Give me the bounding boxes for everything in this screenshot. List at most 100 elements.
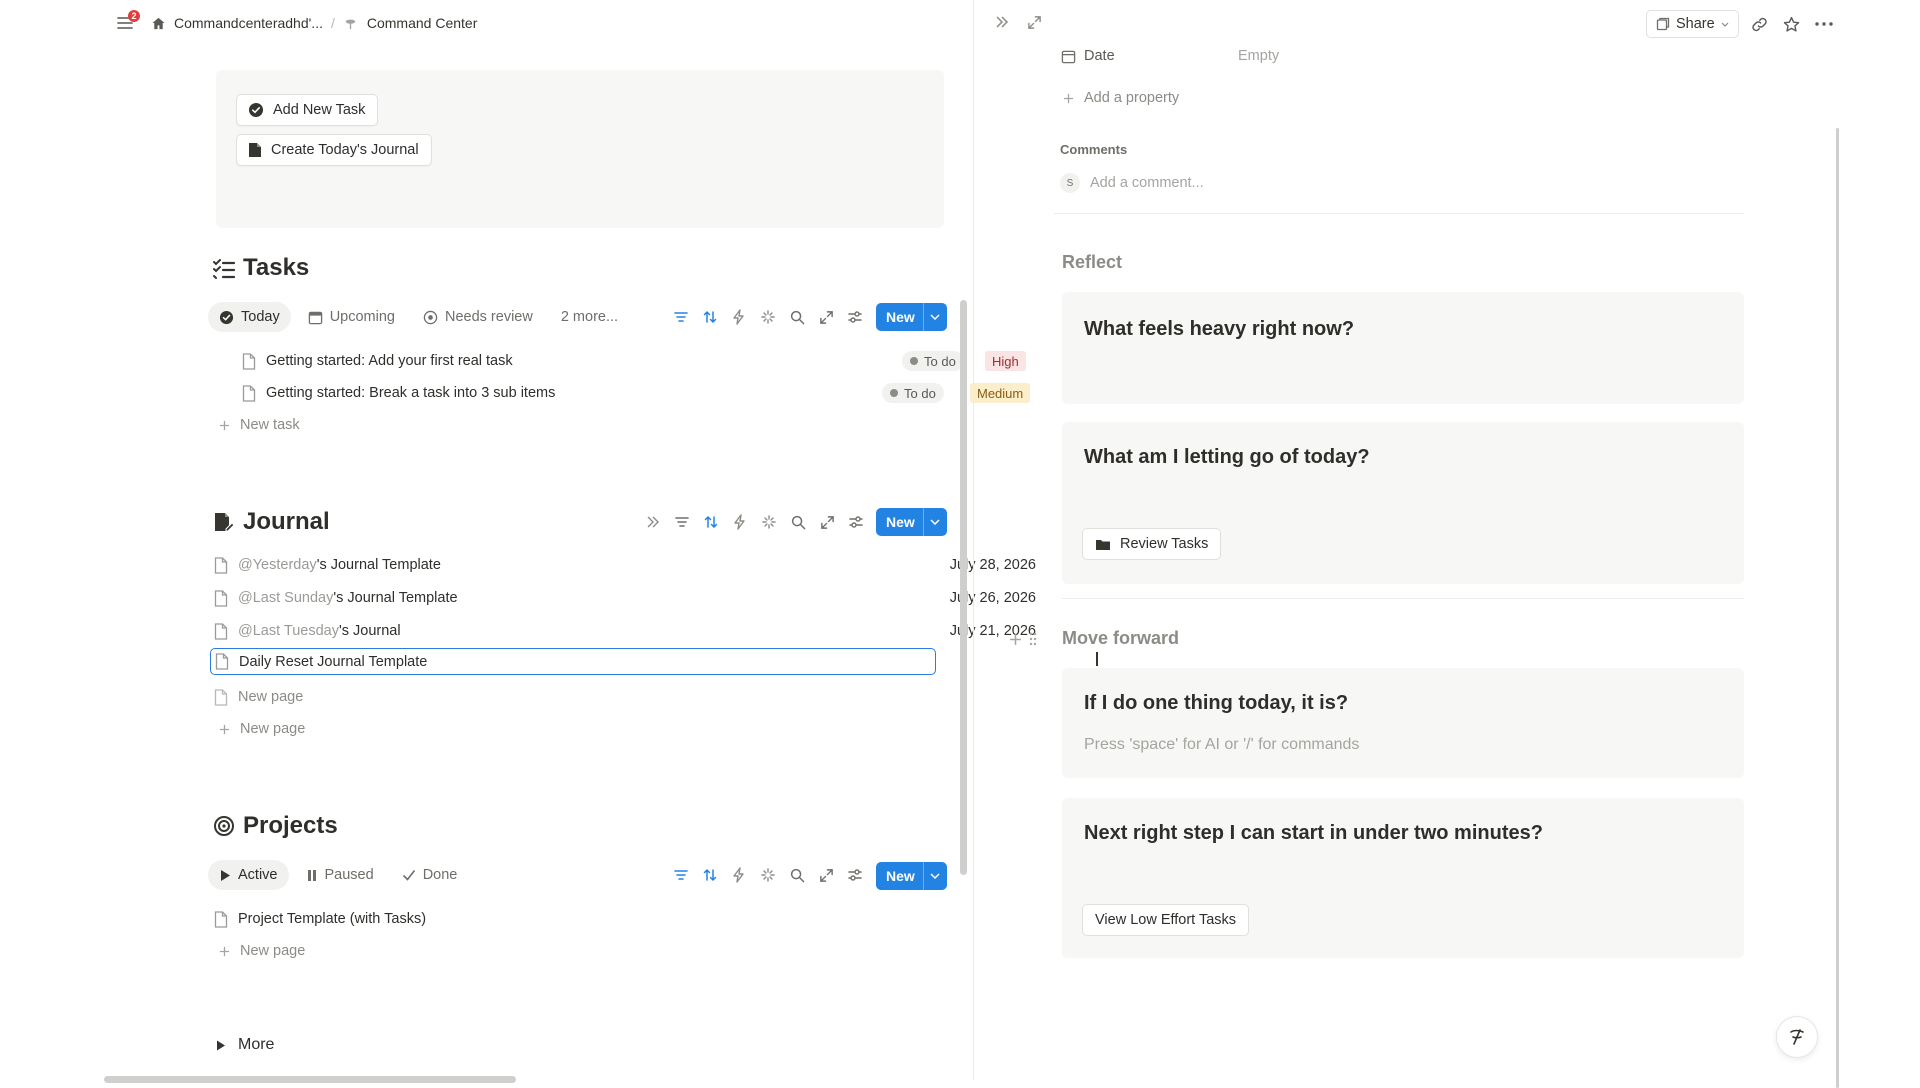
journal-new-page-row[interactable]: New page: [216, 714, 305, 744]
share-label: Share: [1676, 16, 1715, 32]
right-vertical-scrollbar[interactable]: [1836, 128, 1839, 1088]
projects-new-button[interactable]: New: [876, 862, 947, 890]
filter-icon[interactable]: [672, 866, 690, 884]
journal-new-button[interactable]: New: [876, 508, 947, 536]
journal-row-title: Daily Reset Journal Template: [239, 653, 428, 670]
view-low-effort-tasks-button[interactable]: View Low Effort Tasks: [1082, 904, 1250, 936]
ai-sparkle-icon[interactable]: [759, 866, 777, 884]
main-page: 2 Commandcenteradhd'... / Command Center…: [104, 0, 1036, 1083]
journal-row[interactable]: @Last Sunday's Journal Template July 26,…: [212, 583, 1036, 613]
automation-icon[interactable]: [730, 866, 748, 884]
tab-active[interactable]: Active: [208, 860, 289, 890]
chevron-down-icon[interactable]: [922, 303, 947, 331]
expand-icon[interactable]: [818, 513, 836, 531]
new-task-row[interactable]: New task: [216, 410, 300, 440]
ai-assistant-button[interactable]: [1776, 1016, 1818, 1058]
question-card-one-thing[interactable]: If I do one thing today, it is? Press 's…: [1062, 668, 1744, 778]
add-new-task-button[interactable]: Add New Task: [236, 94, 379, 126]
comment-input-row[interactable]: S Add a comment...: [1060, 173, 1204, 193]
drag-handle-icon[interactable]: [1026, 630, 1040, 648]
question-card-letting-go[interactable]: What am I letting go of today? Review Ta…: [1062, 422, 1744, 584]
automation-icon[interactable]: [730, 308, 748, 326]
project-new-page-row[interactable]: New page: [216, 936, 305, 966]
journal-row-title: 's Journal Template: [333, 590, 458, 606]
review-icon: [423, 310, 438, 325]
project-row[interactable]: Project Template (with Tasks): [212, 904, 1036, 934]
expand-icon[interactable]: [817, 866, 835, 884]
page-icon: [213, 653, 231, 671]
property-date[interactable]: Date: [1060, 48, 1115, 64]
tab-more-views[interactable]: 2 more...: [550, 302, 629, 332]
share-button[interactable]: Share: [1646, 10, 1739, 38]
search-icon[interactable]: [788, 866, 806, 884]
expand-icon[interactable]: [817, 308, 835, 326]
status-badge[interactable]: To do: [902, 351, 964, 371]
journal-toolbar: [644, 513, 865, 531]
tab-needs-review[interactable]: Needs review: [412, 302, 544, 332]
left-vertical-scrollbar[interactable]: [960, 300, 967, 875]
document-icon: [248, 142, 262, 158]
question-card-next-step[interactable]: Next right step I can start in under two…: [1062, 798, 1744, 958]
settings-sliders-icon[interactable]: [846, 866, 864, 884]
projects-heading: Projects: [212, 812, 338, 840]
chevron-down-icon[interactable]: [922, 862, 947, 890]
settings-sliders-icon[interactable]: [847, 513, 865, 531]
more-toggle[interactable]: More: [214, 1030, 274, 1060]
task-row[interactable]: Getting started: Add your first real tas…: [240, 346, 1036, 376]
create-journal-button[interactable]: Create Today's Journal: [236, 134, 432, 166]
notification-badge: 2: [128, 10, 140, 22]
sort-icon[interactable]: [701, 308, 719, 326]
tab-upcoming[interactable]: Upcoming: [297, 302, 406, 332]
add-block-icon[interactable]: [1006, 630, 1024, 648]
date-mention[interactable]: @Yesterday: [238, 557, 317, 573]
tab-paused[interactable]: Paused: [295, 860, 385, 890]
open-full-page-icon[interactable]: [1024, 12, 1044, 32]
property-date-value[interactable]: Empty: [1238, 48, 1279, 64]
question-card-heavy[interactable]: What feels heavy right now?: [1062, 292, 1744, 404]
chevron-down-icon[interactable]: [922, 508, 947, 536]
review-tasks-button[interactable]: Review Tasks: [1082, 528, 1222, 560]
chevrons-right-icon[interactable]: [644, 513, 662, 531]
task-row[interactable]: Getting started: Break a task into 3 sub…: [240, 378, 1036, 408]
status-badge[interactable]: To do: [882, 383, 944, 403]
star-icon[interactable]: [1781, 13, 1803, 35]
divider: [1062, 598, 1744, 599]
sidebar-menu-button[interactable]: 2: [114, 10, 140, 36]
date-mention[interactable]: @Last Sunday: [238, 590, 333, 606]
automation-icon[interactable]: [731, 513, 749, 531]
journal-row[interactable]: @Yesterday's Journal Template July 28, 2…: [212, 550, 1036, 580]
ai-sparkle-icon[interactable]: [760, 513, 778, 531]
projects-toolbar: [672, 866, 864, 884]
ai-sparkle-icon[interactable]: [759, 308, 777, 326]
tasks-new-button[interactable]: New: [876, 303, 947, 331]
divider: [1054, 213, 1744, 214]
sort-icon[interactable]: [701, 866, 719, 884]
journal-row-selected[interactable]: Daily Reset Journal Template: [210, 648, 936, 675]
close-peek-icon[interactable]: [992, 12, 1012, 32]
breadcrumb-separator: /: [330, 15, 335, 31]
link-icon[interactable]: [1749, 13, 1771, 35]
breadcrumb-page[interactable]: Command Center: [367, 15, 478, 31]
filter-icon[interactable]: [673, 513, 691, 531]
tab-today[interactable]: Today: [208, 302, 291, 332]
tab-done[interactable]: Done: [391, 860, 469, 890]
comment-input[interactable]: Add a comment...: [1090, 175, 1204, 191]
search-icon[interactable]: [789, 513, 807, 531]
settings-sliders-icon[interactable]: [846, 308, 864, 326]
page-icon: [212, 688, 230, 706]
tasks-title: Tasks: [243, 254, 310, 281]
journal-row[interactable]: @Last Tuesday's Journal July 21, 2026: [212, 616, 1036, 646]
status-label: To do: [924, 353, 956, 369]
more-options-icon[interactable]: [1813, 13, 1835, 35]
filter-icon[interactable]: [672, 308, 690, 326]
date-mention[interactable]: @Last Tuesday: [238, 623, 339, 639]
block-placeholder[interactable]: Press 'space' for AI or '/' for commands: [1084, 736, 1359, 754]
journal-placeholder-row[interactable]: New page: [212, 682, 303, 712]
pause-icon: [306, 869, 318, 882]
add-property-button[interactable]: Add a property: [1060, 90, 1179, 106]
sort-icon[interactable]: [702, 513, 720, 531]
breadcrumb-workspace[interactable]: Commandcenteradhd'...: [174, 15, 323, 31]
search-icon[interactable]: [788, 308, 806, 326]
journal-new-label: New: [886, 514, 915, 530]
tasks-icon: [212, 256, 236, 280]
